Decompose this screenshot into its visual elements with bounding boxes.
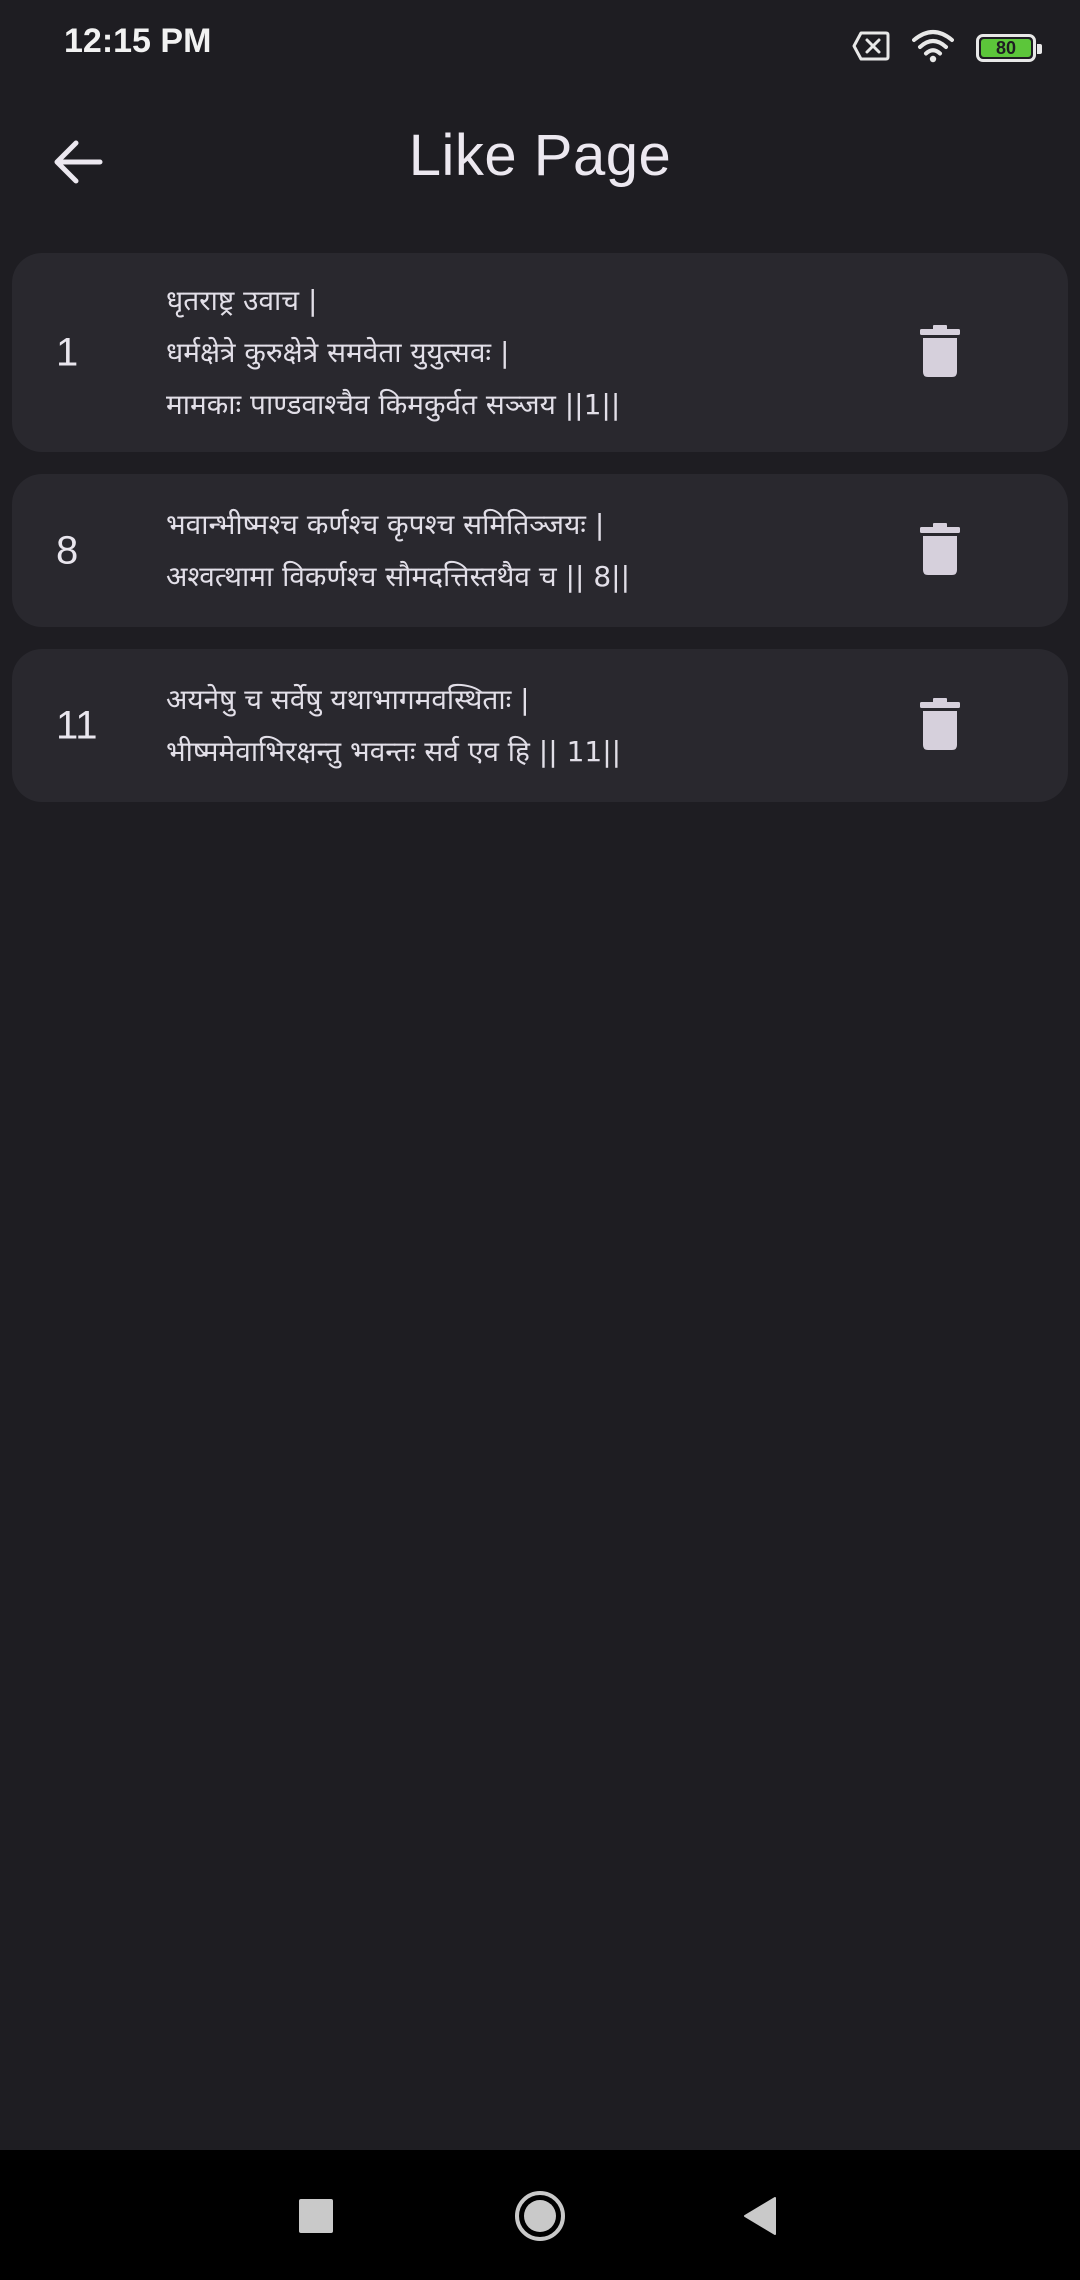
battery-icon: 80 (976, 34, 1042, 62)
recents-square-icon (298, 2198, 334, 2238)
verse-number: 1 (56, 330, 79, 374)
verse-number: 11 (56, 703, 98, 747)
verse-card-1[interactable]: 1 धृतराष्ट्र उवाच | धर्मक्षेत्रे कुरुक्ष… (12, 253, 1068, 452)
battery-fill: 80 (981, 39, 1031, 57)
wifi-icon (912, 29, 954, 67)
trash-icon (920, 697, 960, 754)
verse-line: धृतराष्ट्र उवाच | (166, 283, 318, 317)
delete-button[interactable] (910, 321, 970, 385)
status-time: 12:15 PM (64, 22, 212, 60)
verse-card-11[interactable]: 11 अयनेषु च सर्वेषु यथाभागमवस्थिताः | भी… (12, 649, 1068, 802)
verse-line: अयनेषु च सर्वेषु यथाभागमवस्थिताः | (166, 682, 530, 716)
home-button[interactable] (502, 2180, 578, 2256)
verse-line: भवान्भीष्मश्च कर्णश्च कृपश्च समितिञ्जयः … (166, 507, 605, 541)
verse-line: भीष्ममेवाभिरक्षन्तु भवन्तः सर्व एव हि ||… (166, 734, 622, 768)
trash-icon (920, 522, 960, 579)
recents-button[interactable] (278, 2180, 354, 2256)
sim-x-icon (852, 31, 890, 65)
verse-line: धर्मक्षेत्रे कुरुक्षेत्रे समवेता युयुत्स… (166, 335, 510, 369)
verse-line: अश्वत्थामा विकर्णश्च सौमदत्तिस्तथैव च ||… (166, 559, 630, 593)
app-bar: Like Page (0, 96, 1080, 232)
page-title: Like Page (408, 123, 672, 188)
battery-level: 80 (995, 38, 1017, 58)
trash-icon (920, 324, 960, 381)
verse-text: धृतराष्ट्र उवाच | धर्मक्षेत्रे कुरुक्षेत… (166, 275, 868, 431)
delete-button[interactable] (910, 694, 970, 758)
back-triangle-icon (741, 2196, 779, 2240)
back-nav-button[interactable] (722, 2180, 798, 2256)
status-icons: 80 (852, 28, 1042, 68)
verse-text: भवान्भीष्मश्च कर्णश्च कृपश्च समितिञ्जयः … (166, 499, 868, 603)
home-circle-icon (513, 2189, 567, 2247)
navigation-bar (0, 2150, 1080, 2280)
like-page-screen: 12:15 PM 80 Like Page 1 धृतराष्ट्र उवाच … (0, 0, 1080, 2280)
delete-button[interactable] (910, 519, 970, 583)
verse-line: मामकाः पाण्डवाश्चैव किमकुर्वत सञ्जय ||1|… (166, 387, 621, 421)
status-bar: 12:15 PM 80 (0, 0, 1080, 96)
verse-text: अयनेषु च सर्वेषु यथाभागमवस्थिताः | भीष्म… (166, 674, 868, 778)
verse-card-8[interactable]: 8 भवान्भीष्मश्च कर्णश्च कृपश्च समितिञ्जय… (12, 474, 1068, 627)
verse-number: 8 (56, 528, 79, 572)
liked-verses-list: 1 धृतराष्ट्र उवाच | धर्मक्षेत्रे कुरुक्ष… (12, 253, 1068, 824)
